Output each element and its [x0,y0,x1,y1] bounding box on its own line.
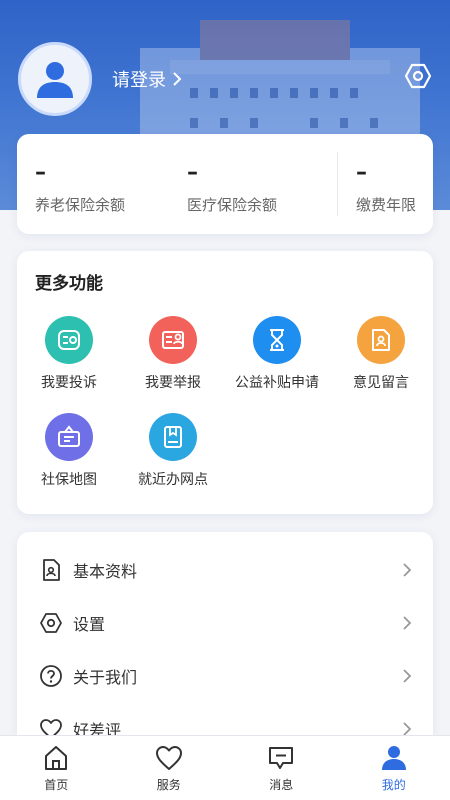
tab-label: 消息 [269,778,294,792]
login-link[interactable]: 请登录 [112,66,182,92]
report-icon [149,316,197,364]
func-complaint[interactable]: 我要投诉 [17,316,121,392]
tab-mine[interactable]: 我的 [338,736,450,800]
menu-label: 设置 [73,615,106,634]
message-icon [269,747,294,769]
chevron-right-icon [403,563,412,577]
question-circle-icon [40,665,62,687]
func-label: 公益补贴申请 [235,375,319,391]
book-icon [149,413,197,461]
func-label: 我要投诉 [41,375,97,391]
tab-messages[interactable]: 消息 [225,736,338,800]
payment-years-stat[interactable]: – 缴费年限 [356,134,416,215]
hexagon-settings-icon [40,613,62,633]
tab-label: 我的 [381,778,406,792]
menu-item-about-us[interactable]: 关于我们 [17,650,433,702]
profile-doc-icon [43,559,60,581]
menu-label: 关于我们 [73,668,138,687]
tab-home[interactable]: 首页 [0,736,113,800]
medical-balance-value: – [187,160,198,185]
tab-service[interactable]: 服务 [113,736,226,800]
func-subsidy-apply[interactable]: 公益补贴申请 [225,316,329,392]
func-label: 我要举报 [145,375,201,391]
person-icon [381,746,406,770]
user-avatar-icon [37,62,73,98]
more-functions-title: 更多功能 [35,274,103,294]
menu-label: 基本资料 [73,562,138,581]
stat-divider [337,152,338,216]
avatar[interactable] [18,42,92,116]
func-report[interactable]: 我要举报 [121,316,225,392]
hexagon-settings-icon[interactable] [404,62,432,90]
home-icon [45,746,68,770]
func-nearby-outlet[interactable]: 就近办网点 [121,413,225,489]
func-label: 社保地图 [41,472,97,488]
medical-balance-stat[interactable]: – 医疗保险余额 [187,134,277,215]
func-feedback[interactable]: 意见留言 [329,316,433,392]
menu-item-settings[interactable]: 设置 [17,597,433,649]
more-functions-card: 更多功能 我要投诉 我要举报 公益补贴申请 意见留言 社保地图 就近办网点 [17,251,433,514]
payment-years-label: 缴费年限 [356,196,417,214]
account-stats-card: – 养老保险余额 – 医疗保险余额 – 缴费年限 [17,134,433,234]
hourglass-icon [253,316,301,364]
map-card-icon [45,413,93,461]
login-text: 请登录 [112,70,166,91]
chevron-right-icon [173,72,182,86]
chevron-right-icon [403,669,412,683]
chevron-right-icon [403,616,412,630]
pension-balance-value: – [35,160,46,185]
payment-years-value: – [356,160,367,185]
heart-icon [155,746,182,770]
menu-item-basic-info[interactable]: 基本资料 [17,544,433,596]
func-social-map[interactable]: 社保地图 [17,413,121,489]
func-label: 就近办网点 [138,472,208,488]
medical-balance-label: 医疗保险余额 [187,196,278,214]
pension-balance-stat[interactable]: – 养老保险余额 [35,134,125,215]
pension-balance-label: 养老保险余额 [35,196,126,214]
tab-label: 首页 [44,778,69,792]
complaint-icon [45,316,93,364]
func-label: 意见留言 [353,375,409,391]
feedback-doc-icon [357,316,405,364]
tab-label: 服务 [156,778,181,792]
bottom-tab-bar: 首页 服务 消息 我的 [0,735,450,800]
